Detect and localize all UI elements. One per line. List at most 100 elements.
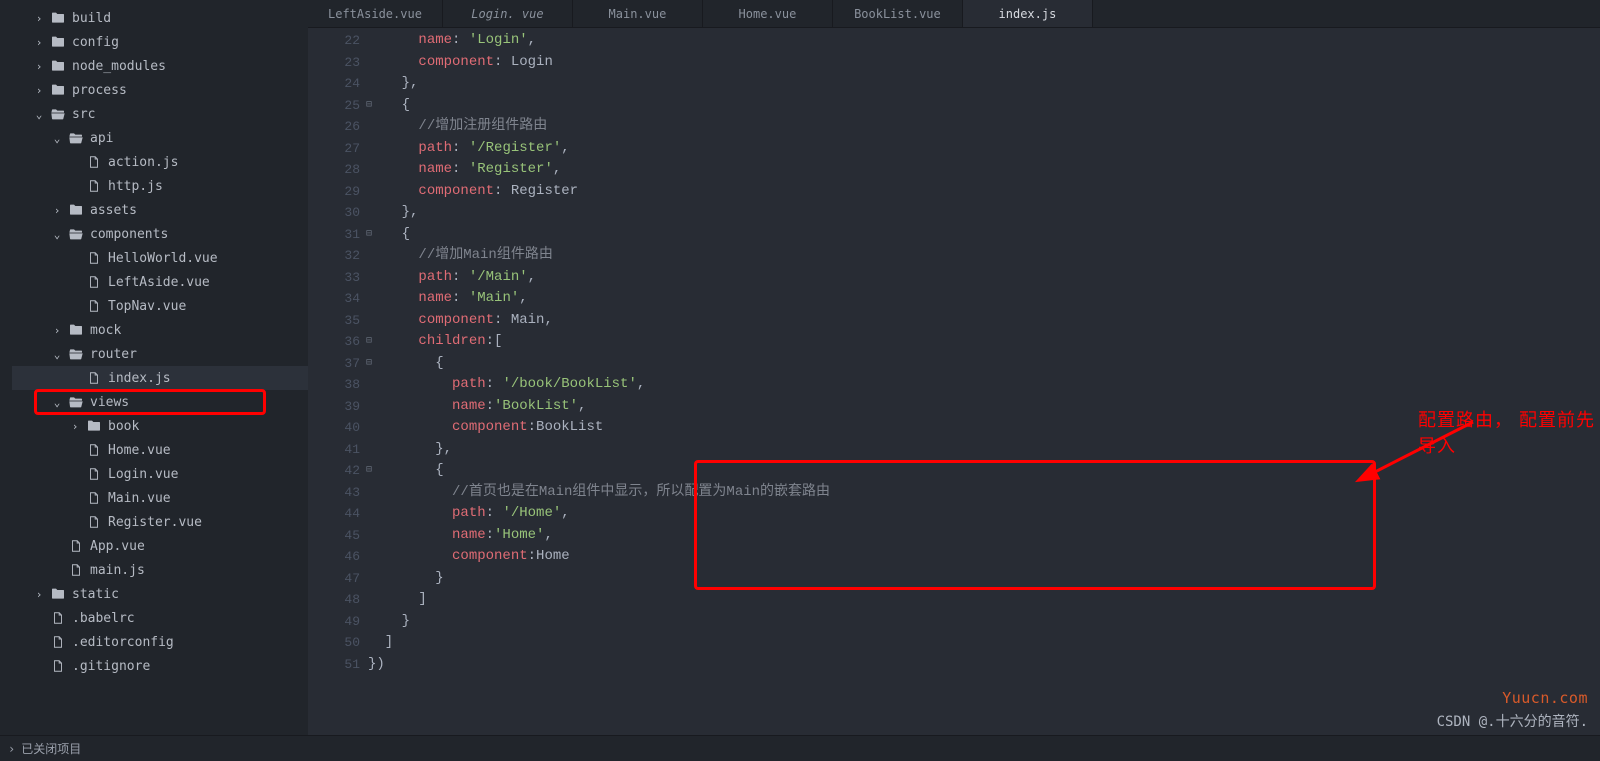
code-line[interactable]: ] (368, 589, 1600, 611)
line-number: 33 (308, 267, 368, 289)
code-line[interactable]: component: Main, (368, 310, 1600, 332)
code-line[interactable]: }, (368, 73, 1600, 95)
folder-router[interactable]: ⌄router (12, 342, 308, 366)
file-Main-vue[interactable]: ›Main.vue (12, 486, 308, 510)
file-icon (86, 370, 102, 386)
file-icon (86, 490, 102, 506)
line-number: 26 (308, 116, 368, 138)
code-line[interactable]: { (368, 95, 1600, 117)
folder-build[interactable]: › build (12, 6, 308, 30)
code-line[interactable]: path: '/book/BookList', (368, 374, 1600, 396)
code-line[interactable]: }) (368, 654, 1600, 676)
code-line[interactable]: component:Home (368, 546, 1600, 568)
folder-node_modules[interactable]: ›node_modules (12, 54, 308, 78)
file-action-js[interactable]: ›action.js (12, 150, 308, 174)
code-line[interactable]: component: Register (368, 181, 1600, 203)
file--gitignore[interactable]: ›.gitignore (12, 654, 308, 678)
folder-config[interactable]: ›config (12, 30, 308, 54)
tab-label: Main.vue (609, 7, 667, 21)
file--babelrc[interactable]: ›.babelrc (12, 606, 308, 630)
code-line[interactable]: name: 'Register', (368, 159, 1600, 181)
file-icon (68, 538, 84, 554)
folder-components[interactable]: ⌄components (12, 222, 308, 246)
code-line[interactable]: children:[ (368, 331, 1600, 353)
chevron-right-icon[interactable]: › (34, 588, 44, 601)
folder-icon (50, 58, 66, 74)
chevron-right-icon[interactable]: › (52, 204, 62, 217)
folder-views[interactable]: ⌄views (12, 390, 308, 414)
code-line[interactable]: //首页也是在Main组件中显示，所以配置为Main的嵌套路由 (368, 482, 1600, 504)
chevron-right-icon[interactable]: › (52, 324, 62, 337)
file-Login-vue[interactable]: ›Login.vue (12, 462, 308, 486)
tab-Main-vue[interactable]: Main.vue (573, 0, 703, 27)
code-line[interactable]: ] (368, 632, 1600, 654)
tree-item-label: Home.vue (108, 443, 171, 458)
file-TopNav-vue[interactable]: ›TopNav.vue (12, 294, 308, 318)
folder-open-icon (50, 106, 66, 122)
chevron-right-icon[interactable]: › (34, 36, 44, 49)
tree-item-label: mock (90, 323, 121, 338)
code-line[interactable]: //增加注册组件路由 (368, 116, 1600, 138)
tab-LeftAside-vue[interactable]: LeftAside.vue (308, 0, 443, 27)
chevron-right-icon[interactable]: › (8, 742, 15, 756)
file-Register-vue[interactable]: ›Register.vue (12, 510, 308, 534)
code-content[interactable]: name: 'Login', component: Login }, { //增… (368, 28, 1600, 761)
chevron-down-icon[interactable]: ⌄ (52, 228, 62, 241)
code-line[interactable]: }, (368, 439, 1600, 461)
code-line[interactable]: path: '/Register', (368, 138, 1600, 160)
folder-static[interactable]: ›static (12, 582, 308, 606)
code-line[interactable]: component:BookList (368, 417, 1600, 439)
code-line[interactable]: { (368, 460, 1600, 482)
tab-BookList-vue[interactable]: BookList.vue (833, 0, 963, 27)
chevron-down-icon[interactable]: ⌄ (34, 108, 44, 121)
chevron-down-icon[interactable]: ⌄ (52, 396, 62, 409)
chevron-down-icon[interactable]: ⌄ (52, 348, 62, 361)
tree-item-label: .babelrc (72, 611, 135, 626)
chevron-right-icon[interactable]: › (34, 84, 44, 97)
folder-api[interactable]: ⌄api (12, 126, 308, 150)
file-Home-vue[interactable]: ›Home.vue (12, 438, 308, 462)
tab-Home-vue[interactable]: Home.vue (703, 0, 833, 27)
file-index-js[interactable]: ›index.js (12, 366, 308, 390)
folder-process[interactable]: ›process (12, 78, 308, 102)
tab-Login--vue[interactable]: Login. vue (443, 0, 573, 27)
file-LeftAside-vue[interactable]: ›LeftAside.vue (12, 270, 308, 294)
tree-item-label: src (72, 107, 95, 122)
tree-item-label: App.vue (90, 539, 145, 554)
folder-assets[interactable]: ›assets (12, 198, 308, 222)
folder-icon (50, 34, 66, 50)
file-http-js[interactable]: ›http.js (12, 174, 308, 198)
folder-mock[interactable]: › mock (12, 318, 308, 342)
chevron-right-icon[interactable]: › (34, 60, 44, 73)
folder-book[interactable]: ›book (12, 414, 308, 438)
code-line[interactable]: component: Login (368, 52, 1600, 74)
file-App-vue[interactable]: ›App.vue (12, 534, 308, 558)
code-line[interactable]: name: 'Main', (368, 288, 1600, 310)
code-editor[interactable]: 22232425⊟262728293031⊟3233343536⊟37⊟3839… (308, 28, 1600, 761)
file--editorconfig[interactable]: ›.editorconfig (12, 630, 308, 654)
activity-bar (0, 0, 12, 761)
folder-src[interactable]: ⌄ src (12, 102, 308, 126)
tab-index-js[interactable]: index.js (963, 0, 1093, 27)
code-line[interactable]: name:'BookList', (368, 396, 1600, 418)
code-line[interactable]: //增加Main组件路由 (368, 245, 1600, 267)
chevron-right-icon[interactable]: › (34, 12, 44, 25)
file-main-js[interactable]: ›main.js (12, 558, 308, 582)
code-line[interactable]: name: 'Login', (368, 30, 1600, 52)
code-line[interactable]: { (368, 353, 1600, 375)
file-icon (86, 274, 102, 290)
code-line[interactable]: } (368, 611, 1600, 633)
code-line[interactable]: { (368, 224, 1600, 246)
code-line[interactable]: } (368, 568, 1600, 590)
code-line[interactable]: name:'Home', (368, 525, 1600, 547)
tree-item-label: build (72, 11, 111, 26)
file-HelloWorld-vue[interactable]: ›HelloWorld.vue (12, 246, 308, 270)
status-project-label[interactable]: 已关闭项目 (21, 740, 81, 757)
chevron-right-icon[interactable]: › (70, 420, 80, 433)
tab-label: index.js (999, 7, 1057, 21)
code-line[interactable]: }, (368, 202, 1600, 224)
chevron-down-icon[interactable]: ⌄ (52, 132, 62, 145)
folder-icon (50, 82, 66, 98)
code-line[interactable]: path: '/Main', (368, 267, 1600, 289)
code-line[interactable]: path: '/Home', (368, 503, 1600, 525)
